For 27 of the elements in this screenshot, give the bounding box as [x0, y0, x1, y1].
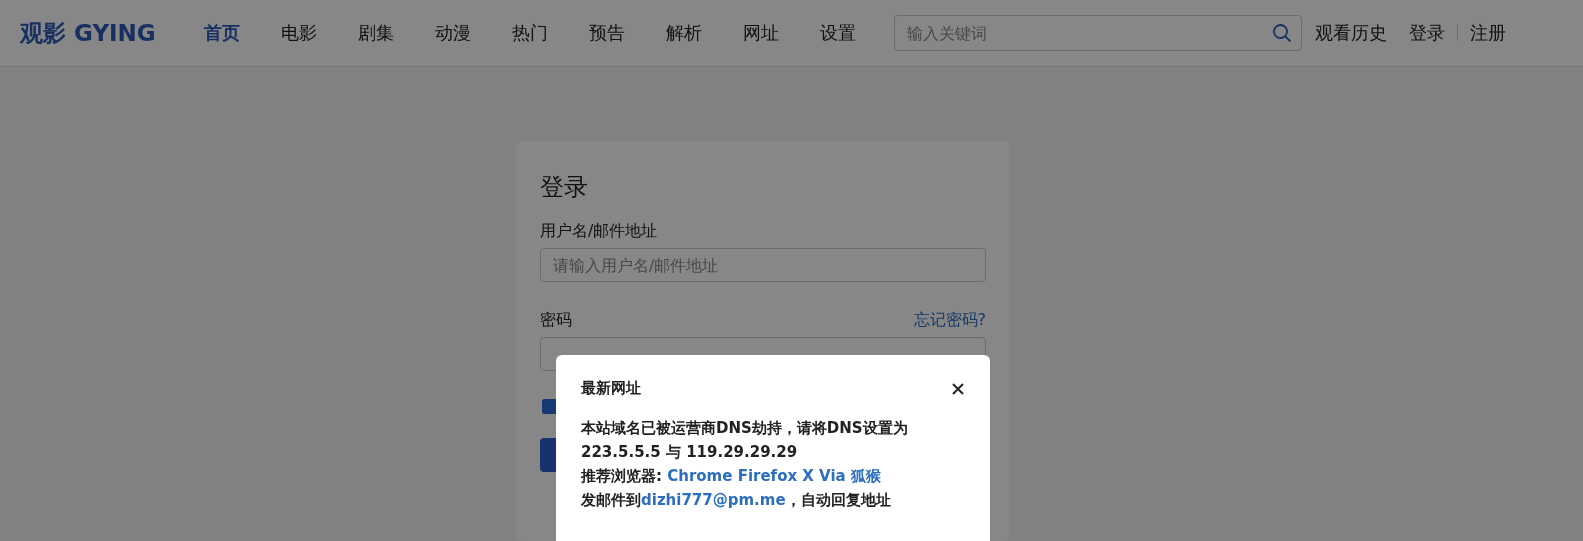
- notice-link[interactable]: Chrome Firefox X Via 狐猴: [667, 467, 881, 485]
- notice-text: 223.5.5.5 与 119.29.29.29: [581, 442, 799, 463]
- search-field[interactable]: 输入关键词: [893, 15, 1302, 51]
- login-title: 登录: [540, 172, 589, 203]
- register-link[interactable]: 注册: [1469, 21, 1506, 45]
- site-logo[interactable]: 观影 GYING: [20, 17, 156, 49]
- history-link[interactable]: 观看历史: [1314, 21, 1387, 45]
- nav-link[interactable]: 解析: [665, 21, 743, 45]
- nav-link[interactable]: 剧集: [357, 21, 435, 45]
- close-icon[interactable]: [951, 381, 965, 396]
- login-link[interactable]: 登录: [1408, 21, 1445, 45]
- username-field[interactable]: 请输入用户名/邮件地址: [540, 248, 986, 282]
- dialog-title: 最新网址: [581, 379, 641, 398]
- nav-link[interactable]: 网址: [742, 21, 820, 45]
- password-label: 密码: [540, 310, 572, 331]
- notice-text: 本站域名已被运营商DNS劫持，请将DNS设置为: [581, 418, 909, 439]
- nav-link[interactable]: 动漫: [434, 21, 512, 45]
- nav-link[interactable]: 电影: [280, 21, 358, 45]
- nav-link[interactable]: 预告: [588, 21, 666, 45]
- nav-link[interactable]: 热门: [511, 21, 589, 45]
- search-icon[interactable]: [1271, 23, 1292, 43]
- username-label: 用户名/邮件地址: [540, 221, 658, 242]
- nav-link[interactable]: 首页: [203, 21, 281, 45]
- notice-text: 发邮件到dizhi777@pm.me，自动回复地址: [581, 490, 892, 511]
- notice-text: 推荐浏览器: Chrome Firefox X Via 狐猴: [581, 466, 882, 487]
- notice-link[interactable]: dizhi777@pm.me: [641, 491, 786, 509]
- forgot-password-link[interactable]: 忘记密码?: [913, 310, 986, 331]
